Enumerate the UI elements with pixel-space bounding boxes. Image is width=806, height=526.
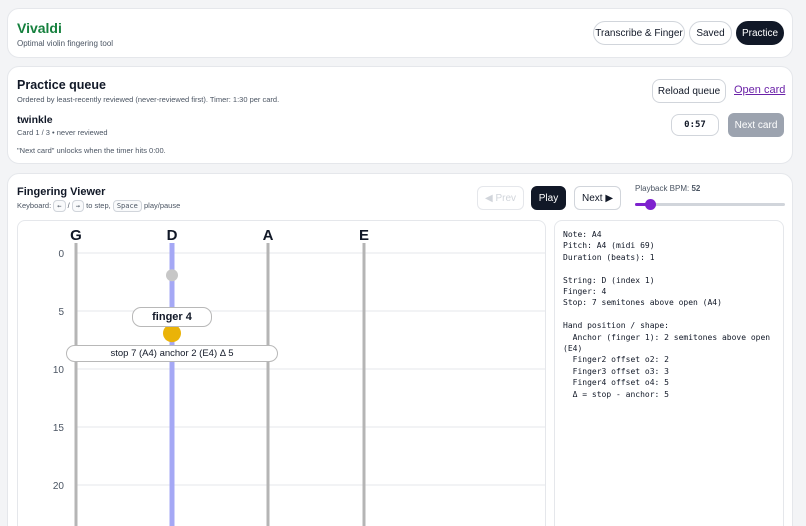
fingerboard-chart: 0 5 10 15 20 G D A E: [53, 227, 545, 526]
queue-subtitle: Ordered by least-recently reviewed (neve…: [17, 95, 280, 104]
note-info-panel: Note: A4 Pitch: A4 (midi 69) Duration (b…: [554, 220, 784, 526]
nav-transcribe-button[interactable]: Transcribe & Finger: [593, 21, 685, 45]
string-label-D: D: [167, 227, 178, 244]
viewer-title: Fingering Viewer: [17, 186, 106, 198]
keyboard-hint-sep: /: [67, 200, 70, 210]
y-tick-label: 0: [58, 249, 64, 260]
brand-tagline: Optimal violin fingering tool: [17, 39, 114, 48]
space-key: Space: [112, 200, 142, 212]
string-label-A: A: [263, 227, 274, 244]
string-label-G: G: [70, 227, 82, 244]
anchor-ghost-dot: [166, 269, 178, 282]
y-tick-label: 20: [53, 481, 65, 492]
brand-title: Vivaldi: [17, 20, 62, 36]
card-meta: Card 1 / 3 • never reviewed: [17, 128, 108, 137]
bpm-slider[interactable]: [635, 198, 785, 210]
open-card-link[interactable]: Open card: [734, 84, 785, 96]
y-tick-label: 15: [53, 423, 65, 434]
keyboard-hint-suffix: play/pause: [143, 200, 181, 210]
reload-queue-button[interactable]: Reload queue: [652, 79, 726, 103]
finger-label: finger 4: [132, 307, 212, 327]
y-tick-label: 5: [58, 307, 64, 318]
bpm-label-text: Playback BPM:: [635, 184, 690, 193]
fingering-viewer-panel: Fingering Viewer Keyboard: ← / → to step…: [7, 173, 793, 526]
practice-queue-panel: Practice queue Ordered by least-recently…: [7, 66, 793, 164]
right-arrow-key: →: [71, 200, 85, 212]
next-button[interactable]: Next ▶: [574, 186, 621, 210]
string-label-E: E: [359, 227, 369, 244]
fingerboard-box: 0 5 10 15 20 G D A E finger 4 stop 7 (A4) anchor…: [17, 220, 546, 526]
bpm-slider-thumb[interactable]: [645, 199, 656, 210]
top-bar: Vivaldi Optimal violin fingering tool Tr…: [7, 8, 793, 58]
left-arrow-key: ←: [53, 200, 66, 212]
timer-display: 0:57: [671, 114, 719, 136]
stop-label: stop 7 (A4) anchor 2 (E4) Δ 5: [66, 345, 278, 362]
nav-saved-button[interactable]: Saved: [689, 21, 732, 45]
queue-title: Practice queue: [17, 78, 106, 92]
bpm-label: Playback BPM: 52: [635, 184, 700, 193]
prev-button[interactable]: ◀ Prev: [477, 186, 524, 210]
keyboard-hint-mid: to step,: [86, 200, 111, 210]
note-info-text: Note: A4 Pitch: A4 (midi 69) Duration (b…: [563, 230, 771, 399]
card-title: twinkle: [17, 114, 53, 126]
play-button[interactable]: Play: [531, 186, 566, 210]
next-card-button[interactable]: Next card: [728, 113, 784, 137]
bpm-value: 52: [691, 184, 701, 193]
nav-practice-button[interactable]: Practice: [736, 21, 784, 45]
timer-note: "Next card" unlocks when the timer hits …: [17, 146, 166, 155]
y-tick-label: 10: [53, 365, 65, 376]
keyboard-hint-prefix: Keyboard:: [17, 200, 52, 210]
keyboard-hint: Keyboard: ← / → to step, Space play/paus…: [17, 200, 180, 212]
